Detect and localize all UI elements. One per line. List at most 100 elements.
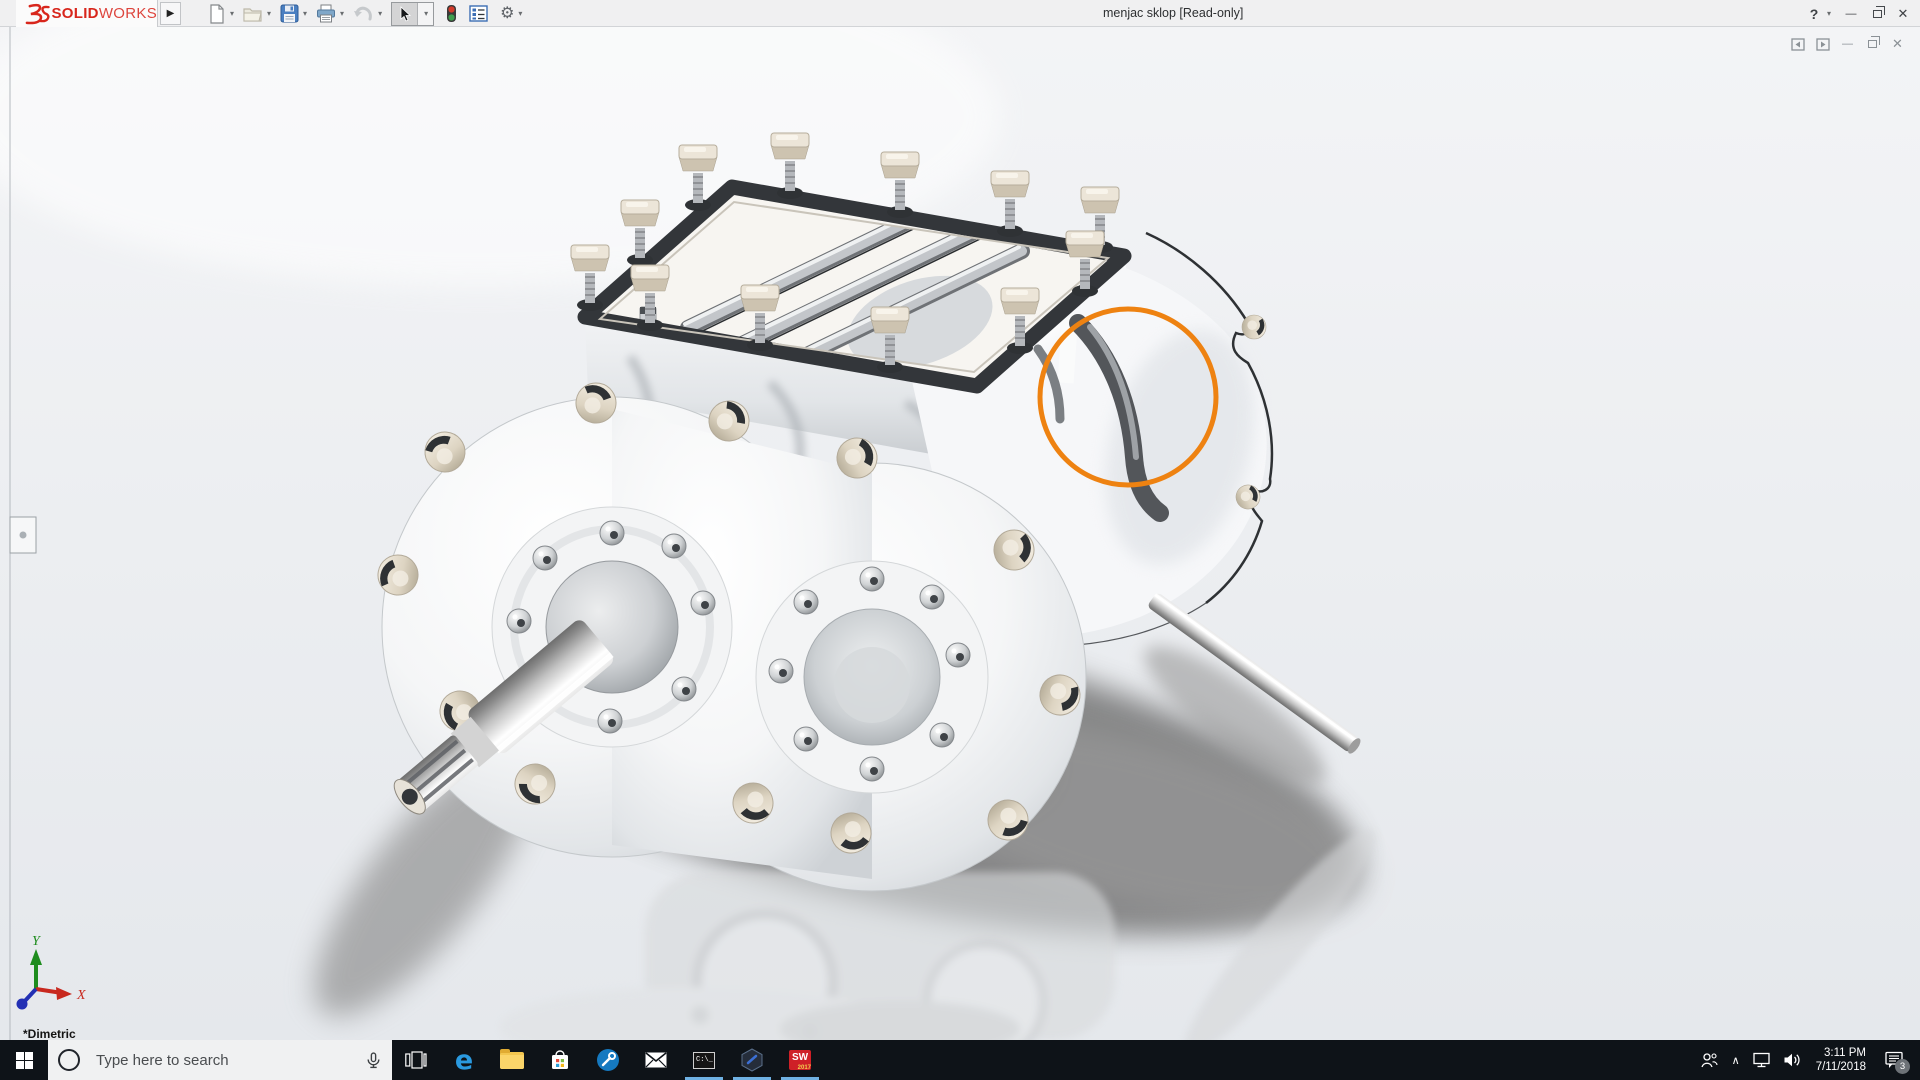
expander-arrow-icon: ▶ <box>166 8 175 19</box>
chevron-up-icon[interactable]: ∧ <box>1724 1054 1748 1067</box>
taskbar-icon-settings-tool[interactable] <box>584 1040 632 1080</box>
view-safety-button[interactable] <box>444 2 459 26</box>
help-caret-icon[interactable]: ▾ <box>1827 9 1831 18</box>
select-tool-group: ▾ <box>391 1 435 26</box>
people-icon[interactable] <box>1694 1040 1724 1080</box>
cortana-icon[interactable] <box>58 1049 80 1071</box>
task-view-icon <box>405 1051 427 1069</box>
caret-down-icon: ▾ <box>424 9 429 18</box>
collapse-right-pane-button[interactable] <box>1810 34 1835 54</box>
taskbar-icon-command-prompt[interactable]: C:\_ <box>680 1040 728 1080</box>
taskbar-icon-edge[interactable]: e <box>440 1040 488 1080</box>
minimize-button[interactable]: — <box>1838 8 1864 20</box>
taskbar-icon-store[interactable] <box>536 1040 584 1080</box>
select-tool-button[interactable] <box>392 2 419 25</box>
display-pane-button[interactable] <box>467 2 490 26</box>
undo-arrow-icon <box>354 6 372 20</box>
sw-letters: SW <box>791 1052 809 1063</box>
windows-logo-icon <box>15 1051 33 1069</box>
file-explorer-icon <box>500 1048 524 1069</box>
action-center-button[interactable]: 3 <box>1874 1040 1914 1080</box>
window-controls: ? ▾ — ✕ <box>1803 0 1920 27</box>
graphics-viewport[interactable]: Y X *Dimetric <box>0 27 1920 1040</box>
undo-button[interactable] <box>351 2 376 26</box>
3d-view[interactable]: Y X <box>0 27 1920 1040</box>
windows-taskbar: e C:\ <box>0 1040 1920 1080</box>
hexagon-app-icon <box>741 1048 763 1072</box>
save-floppy-icon <box>280 4 299 23</box>
pane-left-icon <box>1790 37 1805 51</box>
document-title: menjac sklop [Read-only] <box>1103 6 1244 20</box>
caret-down-icon[interactable]: ▾ <box>340 9 344 18</box>
gear-icon: ⚙ <box>500 4 515 22</box>
doc-minimize-button[interactable]: — <box>1835 34 1860 54</box>
wrench-circle-icon <box>597 1049 619 1071</box>
restore-icon <box>1872 6 1885 18</box>
clock-date: 7/11/2018 <box>1815 1061 1866 1073</box>
pane-right-icon <box>1815 37 1830 51</box>
brand-works: WORKS <box>98 5 157 22</box>
restore-icon <box>1868 36 1880 48</box>
close-button[interactable]: ✕ <box>1890 6 1916 22</box>
edge-icon: e <box>454 1044 474 1076</box>
solidworks-logo: SOLIDWORKS <box>16 0 158 27</box>
solidworks-app-icon: SW 2017 <box>789 1050 811 1071</box>
speaker-icon[interactable] <box>1778 1040 1808 1080</box>
store-icon <box>552 1050 568 1069</box>
document-window-controls: — ✕ <box>1785 34 1910 54</box>
z-axis-ball <box>16 998 28 1010</box>
caret-down-icon[interactable]: ▾ <box>303 9 307 18</box>
caret-down-icon[interactable]: ▾ <box>267 9 271 18</box>
brand-text: SOLIDWORKS <box>51 5 157 22</box>
select-tool-caret[interactable]: ▾ <box>418 9 433 18</box>
taskbar-icon-mail[interactable] <box>632 1040 680 1080</box>
notification-badge: 3 <box>1895 1059 1910 1074</box>
open-folder-icon <box>243 7 262 22</box>
x-axis-label: X <box>76 988 86 1003</box>
options-button[interactable]: ⚙ <box>498 2 516 26</box>
start-button[interactable] <box>0 1040 48 1080</box>
doc-restore-button[interactable] <box>1860 34 1885 54</box>
print-icon <box>317 4 336 23</box>
taskbar-icon-file-explorer[interactable] <box>488 1040 536 1080</box>
brand-solid: SOLID <box>51 5 99 22</box>
splitter-dot-icon <box>19 531 27 539</box>
collapse-left-pane-button[interactable] <box>1785 34 1810 54</box>
taskbar-icon-solidworks-2017[interactable]: SW 2017 <box>776 1040 824 1080</box>
help-button[interactable]: ? <box>1803 6 1825 22</box>
select-cursor-icon <box>400 5 411 22</box>
view-orientation-label: *Dimetric <box>23 1027 76 1040</box>
doc-close-button[interactable]: ✕ <box>1885 34 1910 54</box>
taskbar-icon-task-view[interactable] <box>392 1040 440 1080</box>
sw-year: 2017 <box>797 1065 811 1071</box>
open-button[interactable] <box>241 2 265 26</box>
output-flange[interactable] <box>755 560 989 794</box>
mail-icon <box>645 1052 667 1068</box>
solidworks-logo-mark <box>25 3 50 24</box>
save-button[interactable] <box>278 2 301 26</box>
caret-down-icon[interactable]: ▾ <box>230 9 234 18</box>
system-tray: ∧ 3:11 PM 7/11/2018 3 <box>1694 1040 1920 1080</box>
side-bolt[interactable] <box>1241 314 1267 340</box>
new-document-icon <box>210 3 224 24</box>
taskbar-apps: e C:\_ SW 2017 <box>392 1040 824 1080</box>
search-input[interactable] <box>94 1050 365 1070</box>
display-pane-icon <box>469 5 488 22</box>
traffic-light-icon <box>447 5 457 22</box>
new-button[interactable] <box>206 2 228 26</box>
taskbar-icon-hex-app[interactable] <box>728 1040 776 1080</box>
toolbar-expander-button[interactable]: ▶ <box>160 2 181 25</box>
bore-dome <box>834 647 910 723</box>
caret-down-icon[interactable]: ▾ <box>518 9 522 18</box>
microphone-icon[interactable] <box>365 1051 382 1069</box>
command-prompt-icon: C:\_ <box>693 1051 715 1069</box>
restore-button[interactable] <box>1864 6 1890 21</box>
clock-time: 3:11 PM <box>1824 1047 1866 1059</box>
caret-down-icon[interactable]: ▾ <box>378 9 382 18</box>
network-icon[interactable] <box>1748 1040 1778 1080</box>
print-button[interactable] <box>314 2 338 26</box>
taskbar-search[interactable] <box>48 1040 392 1080</box>
taskbar-clock[interactable]: 3:11 PM 7/11/2018 <box>1808 1046 1874 1074</box>
quick-toolbar: ▾ ▾ ▾ ▾ ▾ ▾ ⚙ ▾ <box>200 0 523 27</box>
title-bar: SOLIDWORKS ▶ ▾ ▾ ▾ ▾ ▾ ▾ ⚙ ▾ menjac sklo… <box>0 0 1920 27</box>
